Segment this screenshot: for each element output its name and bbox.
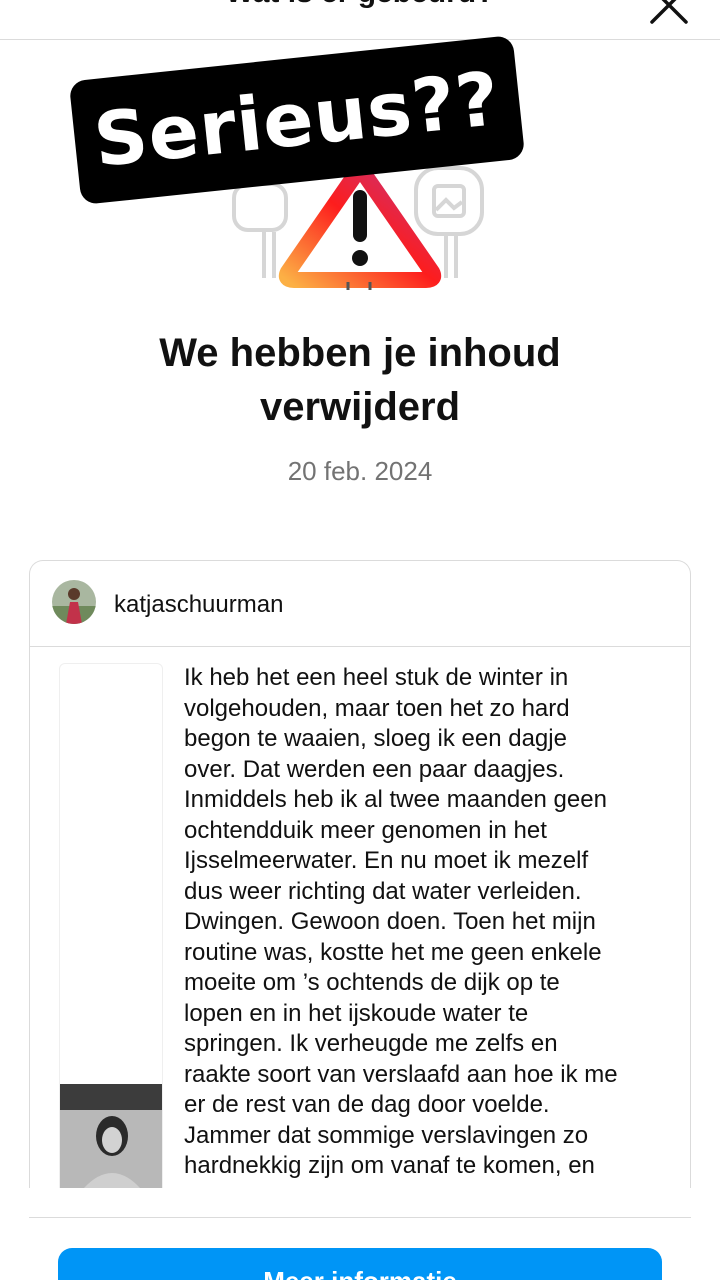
sticker-text: Serieus?? (90, 55, 504, 185)
avatar[interactable] (52, 580, 96, 624)
post-photo (60, 1084, 162, 1188)
more-info-button-label: Meer informatie (263, 1266, 457, 1280)
post-caption: Ik heb het een heel stuk de winter in vo… (184, 664, 618, 1179)
post-thumbnail[interactable] (59, 663, 163, 1188)
top-bar: Wat is er gebeurd? (0, 0, 720, 40)
close-icon[interactable] (648, 0, 690, 26)
removal-date: 20 feb. 2024 (287, 456, 433, 486)
removed-post-card: katjaschuurman Ik heb het een heel stuk … (29, 560, 691, 1188)
more-info-button[interactable]: Meer informatie (58, 1248, 662, 1280)
post-header: katjaschuurman (30, 561, 690, 647)
divider (29, 1217, 691, 1218)
warning-triangle-icon (278, 160, 442, 290)
chat-bubble-icon (232, 182, 288, 278)
headline: We hebben je inhoud verwijderd (159, 331, 561, 429)
page-title: Wat is er gebeurd? (0, 0, 720, 10)
username[interactable]: katjaschuurman (114, 591, 283, 619)
